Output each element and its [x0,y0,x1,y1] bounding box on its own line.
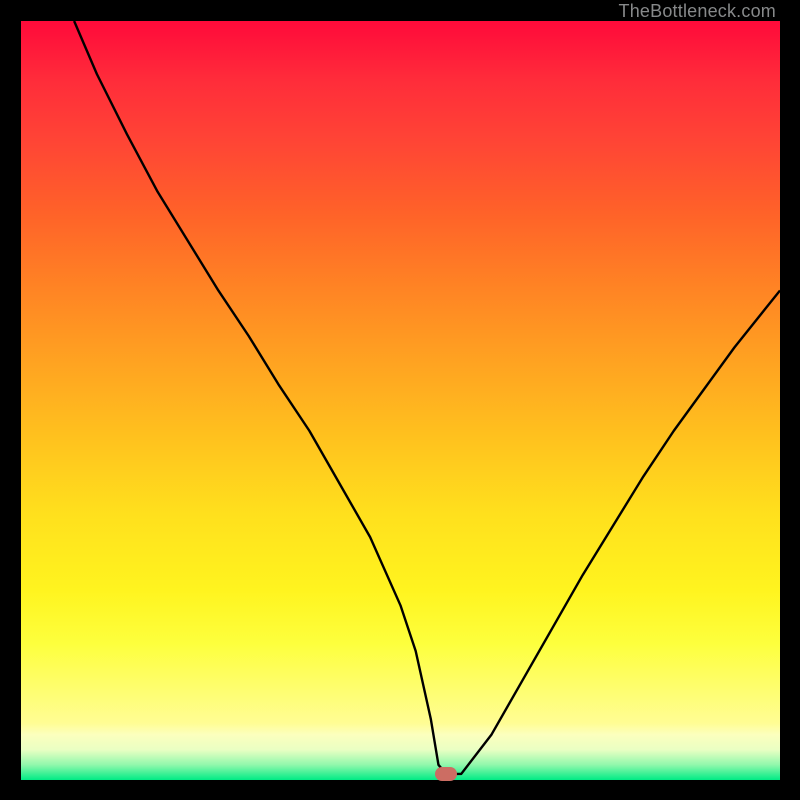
plot-area [21,21,780,780]
bottleneck-curve [74,21,780,774]
chart-container: TheBottleneck.com [0,0,800,800]
curve-svg [21,21,780,780]
optimum-marker [435,767,457,781]
attribution-text: TheBottleneck.com [619,1,776,22]
